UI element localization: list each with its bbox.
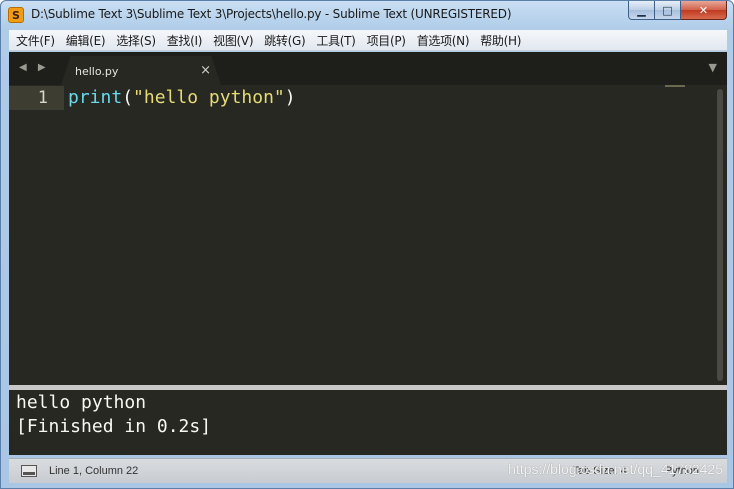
menu-edit[interactable]: 编辑(E) [61,32,111,49]
menu-help[interactable]: 帮助(H) [475,32,527,49]
code-line[interactable]: print("hello python") [68,87,296,108]
menu-selection[interactable]: 选择(S) [111,32,161,49]
window-title: D:\Sublime Text 3\Sublime Text 3\Project… [31,7,512,21]
tab-strip: ◀ ▶ hello.py × ▼ [9,52,727,85]
menu-file[interactable]: 文件(F) [11,32,61,49]
output-line: hello python [16,392,147,413]
watermark: https://blog.csdn.net/qq_41782425 [508,461,723,477]
cursor-position: Line 1, Column 22 [49,465,139,477]
code-close-paren: ) [284,87,296,108]
code-open-paren: ( [122,87,134,108]
menu-view[interactable]: 视图(V) [208,32,259,49]
build-output-panel: hello python [Finished in 0.2s] [9,390,727,455]
tab-hello-py[interactable]: hello.py × [61,56,221,85]
sublime-text-icon[interactable]: S [8,7,24,23]
minimize-button[interactable]: ▁ [628,1,655,20]
maximize-button[interactable]: □ [655,1,681,20]
menu-find[interactable]: 查找(I) [162,32,208,49]
close-button[interactable]: ✕ [681,1,727,20]
minimap[interactable] [665,85,685,87]
tab-label: hello.py [75,65,119,78]
code-function-token: print [68,87,123,108]
tab-nav-arrows-icon[interactable]: ◀ ▶ [19,62,50,73]
menu-tools[interactable]: 工具(T) [311,32,361,49]
title-bar[interactable]: S D:\Sublime Text 3\Sublime Text 3\Proje… [1,1,733,29]
caption-buttons: ▁ □ ✕ [628,1,727,20]
app-window: S D:\Sublime Text 3\Sublime Text 3\Proje… [0,0,734,489]
menu-project[interactable]: 项目(P) [362,32,412,49]
line-number: 1 [37,88,48,108]
tab-close-icon[interactable]: × [200,63,211,78]
tab-dropdown-icon[interactable]: ▼ [709,61,717,74]
menu-bar: 文件(F) 编辑(E) 选择(S) 查找(I) 视图(V) 跳转(G) 工具(T… [9,30,727,51]
output-line: [Finished in 0.2s] [16,416,212,437]
editor-scrollbar[interactable] [717,89,723,381]
line-gutter: 1 [9,85,64,385]
menu-goto[interactable]: 跳转(G) [259,32,311,49]
menu-preferences[interactable]: 首选项(N) [412,32,476,49]
active-line-highlight [9,86,64,110]
code-editor[interactable]: 1 print("hello python") [9,85,727,385]
panel-toggle-icon[interactable] [21,465,37,477]
code-string-token: "hello python" [133,87,285,108]
